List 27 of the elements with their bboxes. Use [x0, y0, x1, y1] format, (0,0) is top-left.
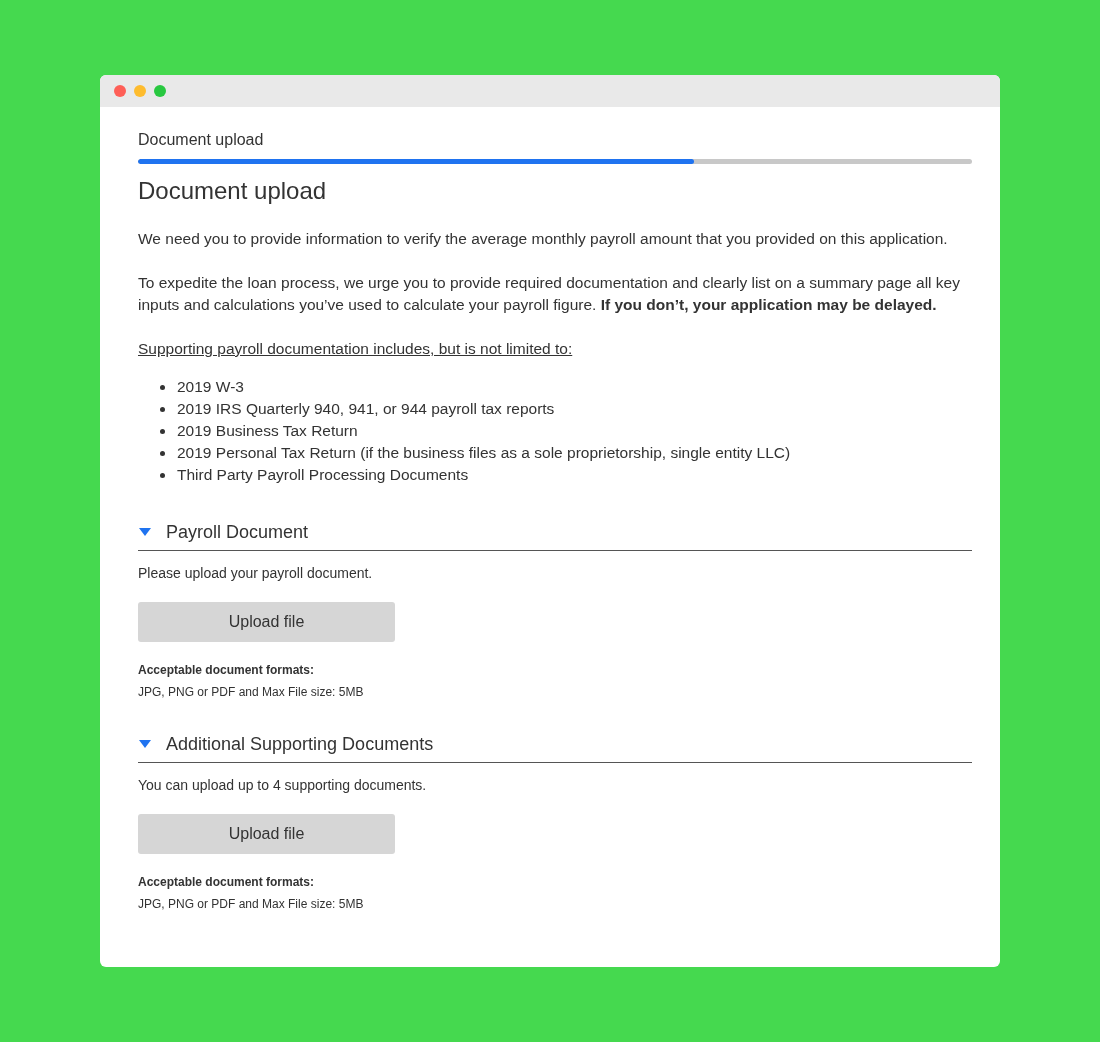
section-instruction: You can upload up to 4 supporting documents. — [138, 776, 428, 795]
list-item: 2019 Business Tax Return — [177, 421, 358, 441]
list-item: Third Party Payroll Processing Documents — [177, 465, 469, 485]
bullet-icon — [160, 450, 165, 456]
caret-down-icon — [138, 527, 152, 537]
section-header[interactable]: Additional Supporting Documents — [138, 732, 972, 763]
formats-text: JPG, PNG or PDF and Max File size: 5MB — [138, 684, 365, 700]
list-item: 2019 W-3 — [177, 377, 244, 397]
upload-button[interactable]: Upload file — [138, 814, 395, 854]
upload-button[interactable]: Upload file — [138, 602, 395, 642]
formats-label: Acceptable document formats: — [138, 662, 316, 678]
formats-label: Acceptable document formats: — [138, 874, 316, 890]
body-paragraph: We need you to provide information to verify the average monthly payroll amount that you provided on this application. — [138, 229, 949, 249]
section-header[interactable]: Payroll Document — [138, 520, 972, 551]
list-item: 2019 IRS Quarterly 940, 941, or 944 payroll tax reports — [177, 399, 555, 419]
list-item: 2019 Personal Tax Return (if the business files as a sole proprietorship, single entity LLC) — [177, 443, 791, 463]
bullet-icon — [160, 406, 165, 412]
formats-text: JPG, PNG or PDF and Max File size: 5MB — [138, 896, 365, 912]
progress-label: Document upload — [138, 130, 265, 150]
bullet-icon — [160, 472, 165, 478]
bullet-icon — [160, 384, 165, 390]
page-heading: Document upload — [138, 176, 328, 206]
bullet-icon — [160, 428, 165, 434]
list-intro: Supporting payroll documentation includes, but is not limited to: — [138, 339, 574, 359]
section-instruction: Please upload your payroll document. — [138, 564, 374, 583]
caret-down-icon — [138, 739, 152, 749]
body-paragraph: To expedite the loan process, we urge you to provide required documentation and clearly list on a summary page all key inputs and calculations you’ve used to calculate your payroll figure. If you don’t, your application may be delayed. — [138, 273, 961, 315]
